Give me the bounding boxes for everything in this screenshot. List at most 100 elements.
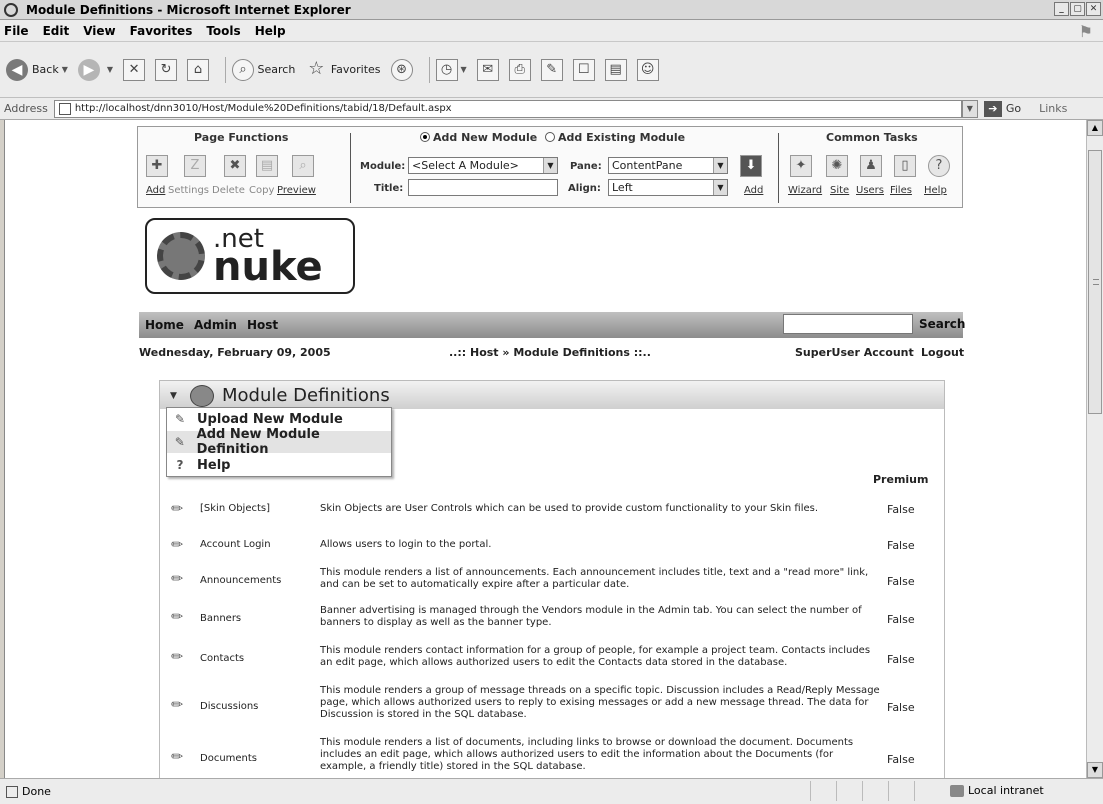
scroll-up-button[interactable]: ▲ bbox=[1087, 120, 1103, 136]
minimize-button[interactable]: _ bbox=[1054, 2, 1069, 16]
links-button[interactable]: Links bbox=[1039, 102, 1067, 115]
refresh-button[interactable]: ↻ bbox=[155, 58, 178, 81]
add-module-link[interactable]: Add bbox=[744, 185, 763, 196]
align-select[interactable]: Left ▼ bbox=[608, 179, 728, 196]
menu-tools[interactable]: Tools bbox=[206, 24, 240, 38]
security-zone: Local intranet bbox=[950, 784, 1044, 797]
media-icon: ⊛ bbox=[390, 58, 413, 81]
files-link[interactable]: Files bbox=[890, 185, 912, 196]
messenger-button[interactable]: ☺ bbox=[636, 58, 659, 81]
menu-help[interactable]: Help bbox=[255, 24, 286, 38]
home-button[interactable]: ⌂ bbox=[187, 58, 210, 81]
menu-view[interactable]: View bbox=[83, 24, 115, 38]
site-search-input[interactable] bbox=[783, 314, 913, 334]
mail-button[interactable]: ✉ bbox=[476, 58, 499, 81]
pane-select[interactable]: ContentPane ▼ bbox=[608, 157, 728, 174]
close-button[interactable]: ✕ bbox=[1086, 2, 1101, 16]
wizard-link[interactable]: Wizard bbox=[788, 185, 822, 196]
help-link[interactable]: Help bbox=[924, 185, 947, 196]
discuss-button[interactable]: ☐ bbox=[572, 58, 595, 81]
page-done-icon bbox=[6, 785, 18, 798]
account-link[interactable]: SuperUser Account bbox=[795, 346, 914, 359]
edit-pencil-icon[interactable]: ✎ bbox=[168, 607, 188, 627]
edit-pencil-icon[interactable]: ✎ bbox=[168, 535, 188, 555]
add-page-link[interactable]: Add bbox=[146, 185, 165, 196]
edit-button[interactable]: ✎ bbox=[540, 58, 563, 81]
research-button[interactable]: ▤ bbox=[604, 58, 627, 81]
menu-upload-new-module-label: Upload New Module bbox=[197, 411, 343, 427]
menu-edit[interactable]: Edit bbox=[43, 24, 70, 38]
help-icon[interactable]: ? bbox=[928, 155, 950, 177]
page-icon bbox=[58, 102, 71, 115]
site-search-button[interactable]: Search bbox=[919, 317, 965, 331]
module-premium: False bbox=[887, 753, 915, 766]
title-input[interactable] bbox=[408, 179, 558, 196]
windows-logo-icon: ⚑ bbox=[1078, 22, 1093, 41]
table-row: ✎ Documents This module renders a list o… bbox=[160, 737, 944, 778]
users-icon[interactable]: ♟ bbox=[860, 155, 882, 177]
add-new-module-radio[interactable] bbox=[420, 132, 430, 142]
files-icon[interactable]: ▯ bbox=[894, 155, 916, 177]
address-input[interactable]: http://localhost/dnn3010/Host/Module%20D… bbox=[53, 99, 962, 118]
edit-pencil-icon[interactable]: ✎ bbox=[168, 499, 188, 519]
scroll-down-button[interactable]: ▼ bbox=[1087, 762, 1103, 778]
settings-page-label[interactable]: Settings bbox=[168, 185, 209, 196]
search-button[interactable]: ⌕ Search bbox=[232, 58, 295, 81]
go-button[interactable]: ➔ Go bbox=[983, 100, 1021, 117]
menu-add-new-module-definition[interactable]: ✎ Add New Module Definition bbox=[167, 427, 391, 457]
page-functions-title: Page Functions bbox=[194, 131, 289, 144]
add-new-module-label: Add New Module bbox=[433, 131, 538, 144]
back-button[interactable]: ◀ Back ▼ bbox=[6, 58, 68, 81]
add-module-arrow-icon[interactable]: ⬇ bbox=[740, 155, 762, 177]
add-existing-module-radio[interactable] bbox=[545, 132, 556, 142]
edit-pencil-icon[interactable]: ✎ bbox=[168, 647, 188, 667]
edit-pencil-icon[interactable]: ✎ bbox=[168, 695, 188, 715]
logout-link[interactable]: Logout bbox=[921, 346, 964, 359]
favorites-button[interactable]: ☆ Favorites bbox=[305, 58, 380, 81]
settings-page-icon[interactable]: Z bbox=[184, 155, 206, 177]
menu-favorites[interactable]: Favorites bbox=[130, 24, 193, 38]
mail-icon: ✉ bbox=[476, 58, 499, 81]
scrollbar-thumb[interactable] bbox=[1088, 150, 1102, 414]
module-header: ▼ Module Definitions bbox=[160, 381, 944, 409]
nav-admin[interactable]: Admin bbox=[194, 318, 237, 332]
address-label: Address bbox=[4, 102, 48, 115]
address-bar: Address http://localhost/dnn3010/Host/Mo… bbox=[0, 98, 1103, 120]
dotnetnuke-logo[interactable]: .net nuke bbox=[145, 218, 355, 294]
preview-page-icon[interactable]: ⌕ bbox=[292, 155, 314, 177]
media-button[interactable]: ⊛ bbox=[390, 58, 413, 81]
copy-page-label[interactable]: Copy bbox=[249, 185, 274, 196]
module-menu-arrow-icon[interactable]: ▼ bbox=[170, 391, 177, 401]
wizard-icon[interactable]: ✦ bbox=[790, 155, 812, 177]
print-button[interactable]: ⎙ bbox=[508, 58, 531, 81]
menu-help[interactable]: ? Help bbox=[167, 454, 391, 476]
module-description: Allows users to login to the portal. bbox=[320, 539, 492, 550]
nav-host[interactable]: Host bbox=[247, 318, 278, 332]
module-select[interactable]: <Select A Module> ▼ bbox=[408, 157, 558, 174]
preview-page-link[interactable]: Preview bbox=[277, 185, 316, 196]
main-nav: Home Admin Host Search bbox=[139, 312, 965, 338]
delete-page-icon[interactable]: ✖ bbox=[224, 155, 246, 177]
site-link[interactable]: Site bbox=[830, 185, 849, 196]
module-description: This module renders a group of message t… bbox=[320, 685, 880, 720]
users-link[interactable]: Users bbox=[856, 185, 884, 196]
forward-button[interactable]: ▶ ▼ bbox=[77, 58, 113, 81]
edit-pencil-icon[interactable]: ✎ bbox=[168, 569, 188, 589]
align-select-value: Left bbox=[612, 181, 633, 194]
delete-page-label[interactable]: Delete bbox=[212, 185, 245, 196]
edit-pencil-icon[interactable]: ✎ bbox=[168, 747, 188, 767]
module-premium: False bbox=[887, 613, 915, 626]
address-dropdown-button[interactable]: ▼ bbox=[961, 99, 978, 118]
history-button[interactable]: ◷ ▼ bbox=[435, 58, 467, 81]
scrollbar-grip bbox=[1093, 279, 1099, 285]
pane-label: Pane: bbox=[570, 161, 602, 172]
copy-page-icon[interactable]: ▤ bbox=[256, 155, 278, 177]
stop-button[interactable]: ✕ bbox=[123, 58, 146, 81]
menu-file[interactable]: File bbox=[4, 24, 29, 38]
maximize-button[interactable]: ▢ bbox=[1070, 2, 1085, 16]
vertical-scrollbar[interactable]: ▲ ▼ bbox=[1086, 120, 1103, 778]
add-page-icon[interactable]: ✚ bbox=[146, 155, 168, 177]
nav-home[interactable]: Home bbox=[145, 318, 184, 332]
site-icon[interactable]: ✺ bbox=[826, 155, 848, 177]
dnn-page: Page Functions ✚ Z ✖ ▤ ⌕ Add Settings De… bbox=[137, 126, 967, 778]
